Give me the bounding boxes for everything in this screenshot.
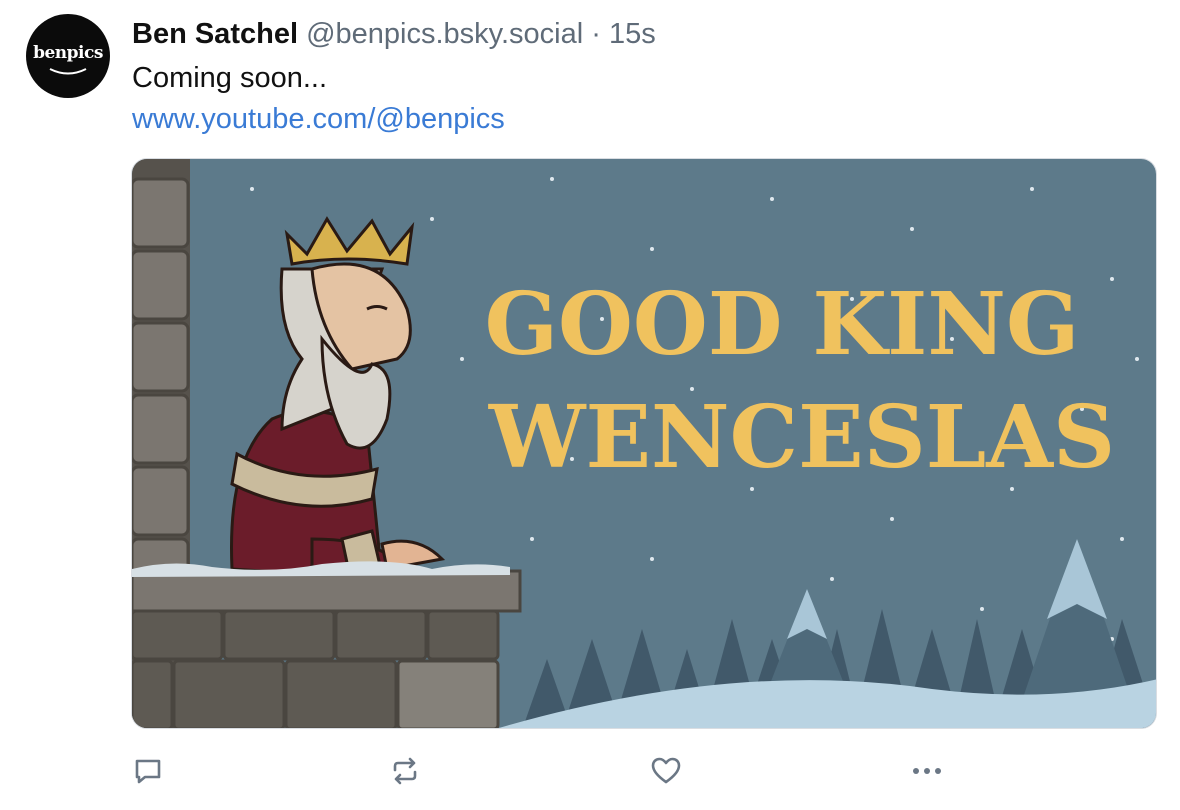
avatar-logo-text: benpics [33, 43, 103, 63]
header-separator: · [591, 18, 601, 50]
media-illustration: GOOD KING WENCESLAS [132, 159, 1156, 728]
post-header: Ben Satchel @benpics.bsky.social · 15s [132, 16, 656, 52]
media-title-line2: WENCESLAS [488, 387, 1115, 488]
more-icon [913, 768, 941, 774]
post-time[interactable]: 15s [609, 18, 656, 50]
repost-button[interactable] [385, 751, 425, 791]
avatar[interactable]: benpics [26, 14, 110, 98]
avatar-swoosh-icon [49, 68, 87, 75]
post-media-image[interactable]: GOOD KING WENCESLAS [131, 158, 1157, 729]
balcony [132, 561, 522, 728]
like-icon [651, 757, 681, 784]
reply-icon [135, 759, 161, 784]
repost-icon [393, 757, 417, 785]
like-button[interactable] [646, 751, 686, 791]
post-link[interactable]: www.youtube.com/@benpics [132, 101, 505, 137]
post-actions [0, 745, 1180, 795]
media-title-line1: GOOD KING [485, 274, 1080, 375]
post-text: Coming soon... [132, 62, 328, 94]
reply-button[interactable] [128, 751, 168, 791]
author-name[interactable]: Ben Satchel [132, 18, 298, 50]
more-options-button[interactable] [907, 751, 947, 791]
author-handle[interactable]: @benpics.bsky.social [306, 18, 583, 50]
